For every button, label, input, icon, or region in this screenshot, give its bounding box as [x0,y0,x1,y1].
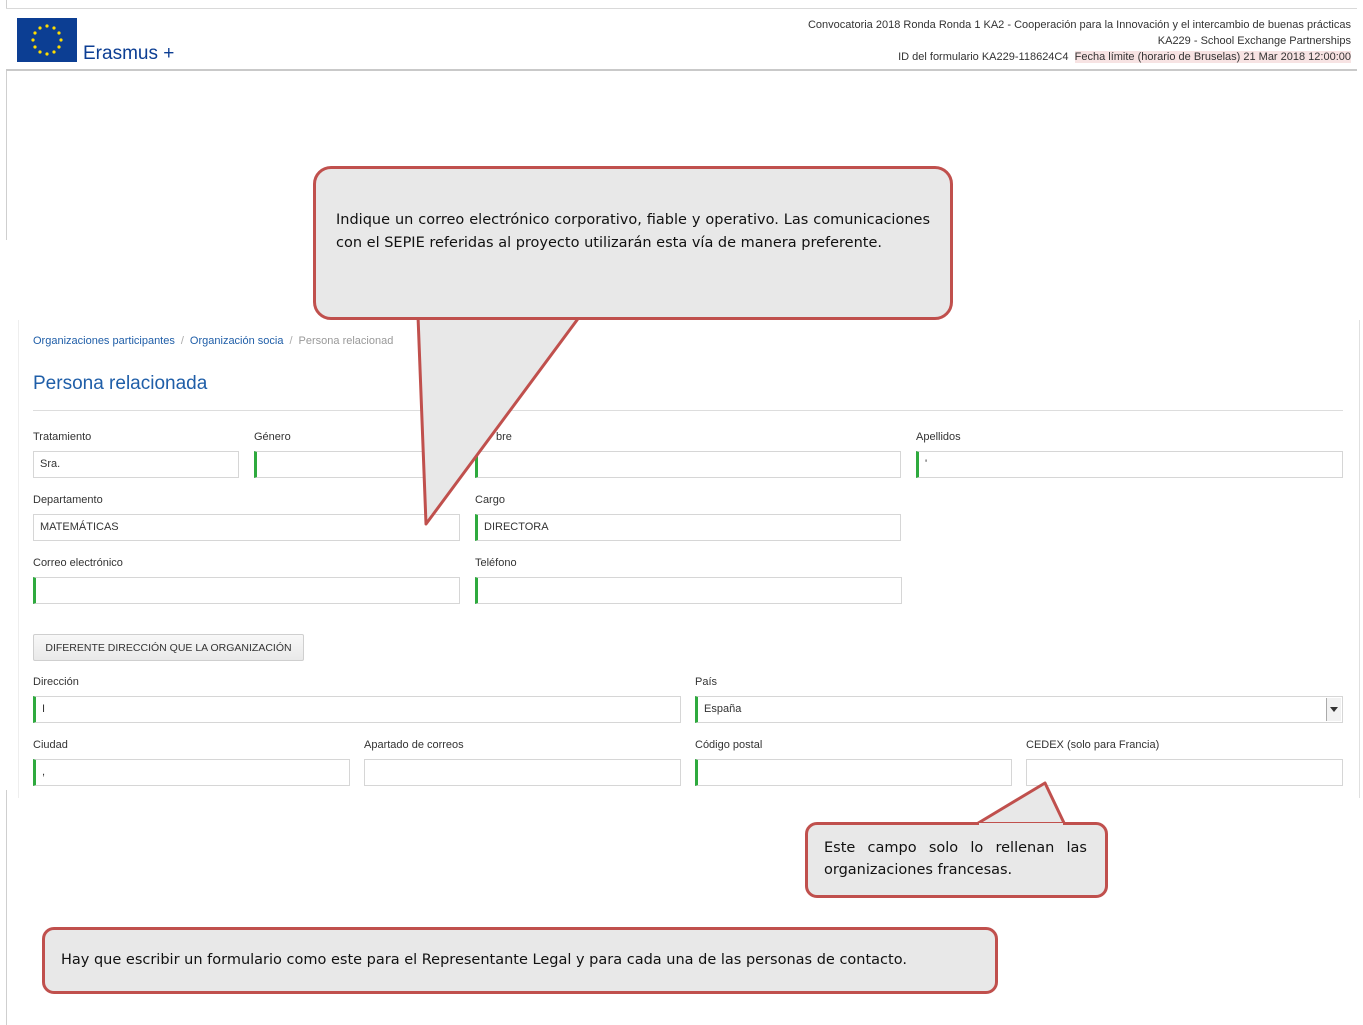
apellidos-field[interactable]: ' [916,451,1343,478]
direccion-label: Dirección [33,676,79,688]
country-select[interactable]: España [695,696,1343,723]
call-info: Convocatoria 2018 Ronda Ronda 1 KA2 - Co… [808,17,1351,65]
cedex-callout: Este campo solo lo rellenan las organiza… [805,822,1108,898]
email-field[interactable] [33,577,460,604]
breadcrumb: Organizaciones participantes / Organizació… [33,335,394,347]
form-note-callout: Hay que escribir un formulario como este… [42,927,998,994]
codigo-postal-label: Código postal [695,739,763,751]
apellidos-label: Apellidos [916,431,961,443]
breadcrumb-organizacion-socia[interactable]: Organización socia [190,335,284,347]
chevron-down-icon[interactable] [1326,698,1341,721]
cargo-label: Cargo [475,494,505,506]
departamento-label: Departamento [33,494,103,506]
page-border [6,790,7,1025]
po-box-field[interactable] [364,759,681,786]
page-title: Persona relacionada [33,373,208,394]
nombre-field[interactable] [475,451,901,478]
tratamiento-label: Tratamiento [33,431,92,443]
form-panel [18,320,1360,798]
cedex-field[interactable] [1026,759,1343,786]
deadline: Fecha límite (horario de Bruselas) 21 Ma… [1074,51,1351,63]
breadcrumb-current: Persona relacionad [298,335,394,347]
apartado-label: Apartado de correos [364,739,464,751]
divider [33,410,1343,411]
country-select-value: España [704,703,742,715]
tratamiento-field[interactable]: Sra. [33,451,239,478]
breadcrumb-organizaciones-participantes[interactable]: Organizaciones participantes [33,335,175,347]
different-address-button[interactable]: DIFERENTE DIRECCIÓN QUE LA ORGANIZACIÓN [33,634,304,661]
phone-field[interactable] [475,577,902,604]
pais-label: País [695,676,718,688]
form-id-line: ID del formulario KA229-118624C4 Fecha l… [808,49,1351,65]
eu-flag-logo [17,18,77,62]
telefono-label: Teléfono [475,557,517,569]
erasmus-logo-text: Erasmus + [83,43,175,64]
cargo-field[interactable]: DIRECTORA [475,514,901,541]
cedex-label: CEDEX (solo para Francia) [1026,739,1160,751]
correo-label: Correo electrónico [33,557,123,569]
app-header: Erasmus + Convocatoria 2018 Ronda Ronda … [6,8,1357,71]
genero-label: Género [254,431,291,443]
form-id: ID del formulario KA229-118624C4 [898,51,1069,63]
ciudad-label: Ciudad [33,739,68,751]
city-field[interactable]: , [33,759,350,786]
nombre-label: bre [496,431,512,443]
email-callout: Indique un correo electrónico corporativ… [313,166,953,320]
address-field[interactable]: I [33,696,681,723]
call-action-line: KA229 - School Exchange Partnerships [1157,35,1351,47]
departamento-field[interactable]: MATEMÁTICAS [33,514,460,541]
postal-code-field[interactable] [695,759,1012,786]
genero-field[interactable] [254,451,460,478]
call-info-line: Convocatoria 2018 Ronda Ronda 1 KA2 - Co… [807,19,1351,31]
